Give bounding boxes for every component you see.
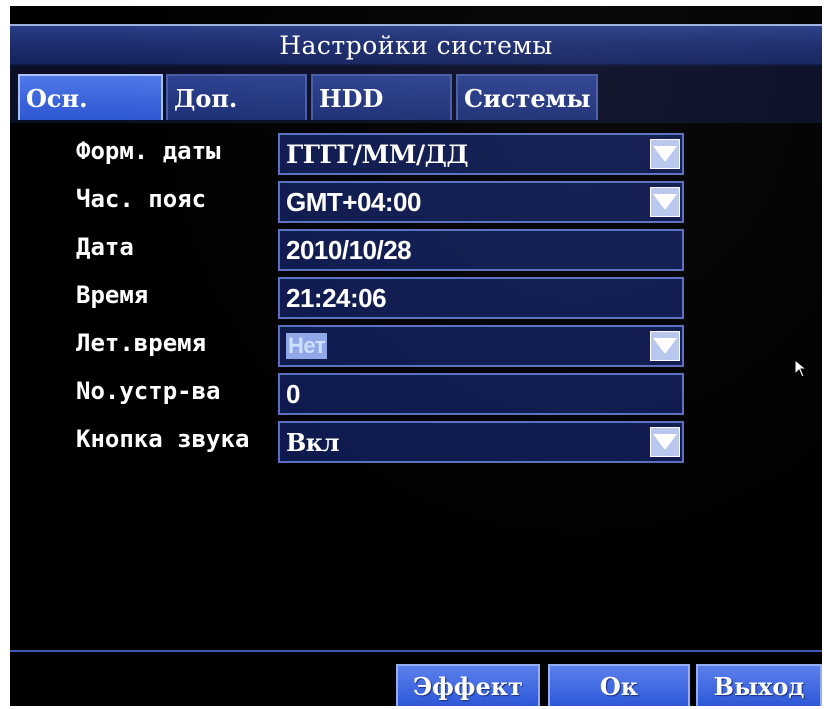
tab-label: Доп. <box>174 83 238 113</box>
time-label: Время <box>76 281 149 309</box>
date-value: 2010/10/28 <box>286 234 412 265</box>
tab-label: Системы <box>464 83 591 113</box>
tab-system[interactable]: Системы <box>456 74 598 120</box>
exit-button[interactable]: Выход <box>696 664 822 706</box>
key-sound-label: Кнопка звука <box>76 425 250 453</box>
dst-value: Нет <box>286 333 328 359</box>
time-input[interactable]: 21:24:06 <box>278 277 684 319</box>
ok-button[interactable]: Ок <box>548 664 690 706</box>
key-sound-value: Вкл <box>286 427 340 457</box>
device-number-input[interactable]: 0 <box>278 373 684 415</box>
timezone-select[interactable]: GMT+04:00 <box>278 181 684 223</box>
dvr-settings-screen: Настройки системы Осн. Доп. HDD Системы … <box>10 6 822 706</box>
chevron-down-icon[interactable] <box>650 139 680 169</box>
key-sound-select[interactable]: Вкл <box>278 421 684 463</box>
device-number-value: 0 <box>286 378 300 409</box>
window-title: Настройки системы <box>279 30 553 60</box>
button-bar: Эффект Ок Выход <box>10 650 822 706</box>
date-format-value: ГГГГ/ММ/ДД <box>286 139 469 169</box>
tab-hdd[interactable]: HDD <box>311 74 452 120</box>
tab-label: Осн. <box>26 83 88 113</box>
tab-label: HDD <box>319 83 384 113</box>
tab-bar: Осн. Доп. HDD Системы <box>10 66 822 180</box>
dst-label: Лет.время <box>76 329 207 357</box>
window-title-bar: Настройки системы <box>10 24 822 66</box>
date-format-select[interactable]: ГГГГ/ММ/ДД <box>278 133 684 175</box>
date-input[interactable]: 2010/10/28 <box>278 229 684 271</box>
timezone-label: Час. пояс <box>76 185 207 213</box>
tab-basic[interactable]: Осн. <box>18 74 163 120</box>
settings-panel: Форм. даты ГГГГ/ММ/ДД Час. пояс GMT+04:0… <box>10 123 822 646</box>
tab-advanced[interactable]: Доп. <box>166 74 307 120</box>
timezone-value: GMT+04:00 <box>286 186 421 217</box>
date-label: Дата <box>76 233 134 261</box>
chevron-down-icon[interactable] <box>650 331 680 361</box>
effect-button[interactable]: Эффект <box>396 664 540 706</box>
dst-select[interactable]: Нет <box>278 325 684 367</box>
date-format-label: Форм. даты <box>76 137 221 165</box>
chevron-down-icon[interactable] <box>650 427 680 457</box>
time-value: 21:24:06 <box>286 282 387 313</box>
mouse-cursor-icon <box>794 359 808 378</box>
chevron-down-icon[interactable] <box>650 187 680 217</box>
device-number-label: No.устр-ва <box>76 377 221 405</box>
